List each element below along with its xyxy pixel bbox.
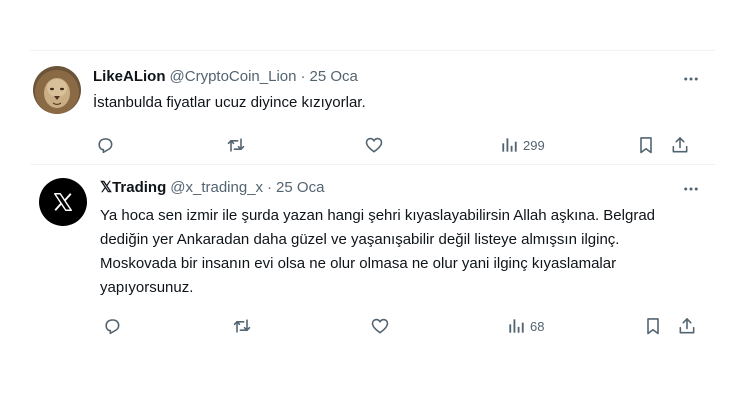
share-button[interactable] (670, 133, 690, 157)
x-logo-avatar[interactable] (39, 178, 87, 226)
retweet-button[interactable] (226, 133, 246, 157)
lion-avatar[interactable] (33, 66, 81, 114)
bookmark-icon (636, 135, 656, 155)
views-button[interactable]: 299 (499, 133, 545, 157)
tweet-text: İstanbulda fiyatlar ucuz diyince kızıyor… (93, 94, 366, 111)
reply-button[interactable] (102, 314, 122, 338)
bookmark-button[interactable] (636, 133, 656, 157)
reply-icon (95, 135, 115, 155)
views-count: 68 (530, 318, 545, 334)
display-name[interactable]: LikeALion (93, 68, 166, 85)
retweet-button[interactable] (232, 314, 252, 338)
tweet[interactable]: 𝕏Trading @x_trading_x · 25 Oca Ya hoca sen … (30, 166, 715, 350)
tweet-text: Ya hoca sen izmir ile şurda yazan hangi … (100, 207, 656, 296)
user-handle[interactable]: @CryptoCoin_Lion (170, 68, 297, 85)
tweet[interactable]: LikeALion @CryptoCoin_Lion · 25 Oca İstanbu… (30, 50, 715, 165)
reply-button[interactable] (95, 133, 115, 157)
tweet-header: LikeALion @CryptoCoin_Lion · 25 Oca (93, 67, 358, 87)
like-button[interactable] (370, 314, 390, 338)
user-handle[interactable]: @x_trading_x (170, 179, 263, 196)
share-icon (677, 316, 697, 336)
views-icon (506, 316, 526, 336)
tweet-actions: 299 (93, 133, 698, 157)
display-name[interactable]: 𝕏Trading (100, 179, 166, 196)
reply-icon (102, 316, 122, 336)
like-button[interactable] (364, 133, 384, 157)
more-icon[interactable] (681, 179, 701, 199)
retweet-icon (226, 135, 246, 155)
views-count: 299 (523, 137, 545, 153)
like-icon (370, 316, 390, 336)
tweet-actions: 68 (100, 314, 698, 338)
separator-dot: · (267, 179, 273, 196)
bookmark-button[interactable] (643, 314, 663, 338)
more-icon[interactable] (681, 69, 701, 89)
retweet-icon (232, 316, 252, 336)
separator-dot: · (300, 68, 306, 85)
like-icon (364, 135, 384, 155)
share-icon (670, 135, 690, 155)
tweet-header: 𝕏Trading @x_trading_x · 25 Oca (100, 178, 324, 198)
views-icon (499, 135, 519, 155)
views-button[interactable]: 68 (506, 314, 544, 338)
tweet-date[interactable]: 25 Oca (309, 68, 357, 85)
share-button[interactable] (677, 314, 697, 338)
tweet-date[interactable]: 25 Oca (276, 179, 324, 196)
bookmark-icon (643, 316, 663, 336)
